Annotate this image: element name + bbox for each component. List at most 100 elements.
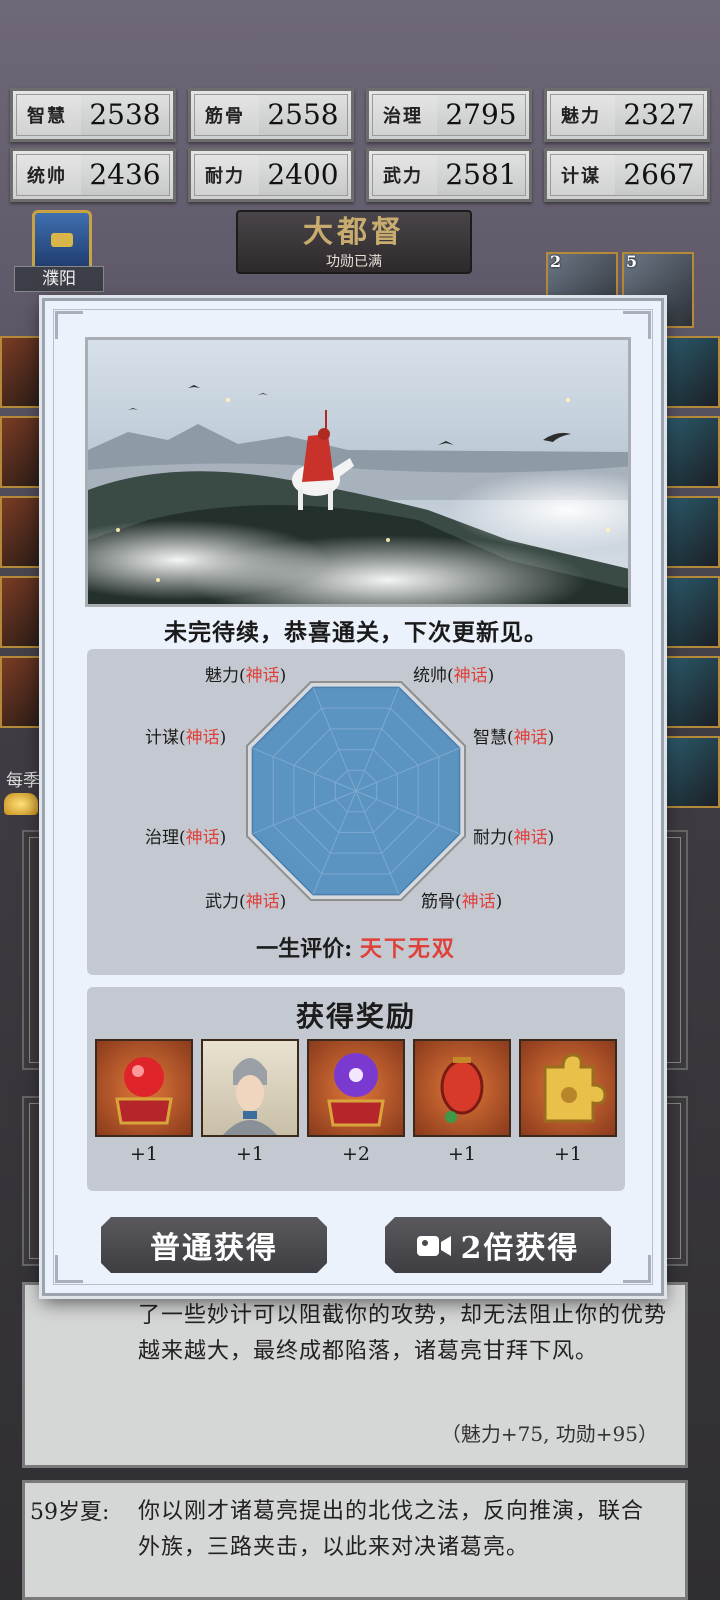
- stat-label: 耐力: [205, 166, 245, 187]
- claim-normal-label: 普通获得: [150, 1231, 278, 1266]
- stat-wisdom: 智慧 2538: [10, 88, 176, 142]
- radar-label-endurance: 耐力(神话): [473, 828, 555, 848]
- reward-item[interactable]: +2: [307, 1039, 405, 1165]
- evaluation-label: 一生评价:: [256, 936, 353, 962]
- stat-value: 2538: [81, 95, 169, 135]
- city-name: 濮阳: [14, 266, 104, 292]
- rewards-panel: 获得奖励 +1 +1 +2 +1 +1: [87, 987, 625, 1191]
- axis-grade: 神话: [185, 728, 220, 748]
- stat-label: 智慧: [27, 106, 67, 127]
- portrait[interactable]: [0, 576, 42, 648]
- portrait[interactable]: [0, 416, 42, 488]
- ending-modal: 未完待续，恭喜通关，下次更新见。 魅力(神话) 统帅(神话) 计谋(神话) 智慧…: [42, 298, 664, 1296]
- log-entry-text: 你以刚才诸葛亮提出的北伐之法，反向推演，联合外族，三路夹击，以此来对决诸葛亮。: [138, 1499, 645, 1560]
- stat-value: 2581: [437, 155, 525, 195]
- right-portrait-column: [664, 336, 720, 816]
- stat-endurance: 耐力 2400: [188, 148, 354, 202]
- axis-name: 耐力: [473, 828, 507, 848]
- radar-chart: [245, 680, 467, 902]
- left-note: 每季: [6, 771, 40, 791]
- reward-count: +1: [553, 1143, 582, 1165]
- stats-grid: 智慧 2538 筋骨 2558 治理 2795 魅力 2327 统帅 2436 耐力 240…: [10, 88, 710, 202]
- purple-orb-chest-icon: [307, 1039, 405, 1137]
- axis-name: 筋骨: [421, 892, 455, 912]
- portrait[interactable]: [664, 496, 720, 568]
- stat-value: 2667: [615, 155, 703, 195]
- portrait[interactable]: [664, 736, 720, 808]
- gold-ingot-icon: [4, 793, 38, 815]
- corner-ornament: [623, 311, 651, 339]
- attribute-radar-panel: 魅力(神话) 统帅(神话) 计谋(神话) 智慧(神话) 治理(神话) 耐力(神话…: [87, 649, 625, 975]
- rank-banner: 大都督 功勋已满: [236, 210, 472, 274]
- stat-label: 计谋: [561, 166, 601, 187]
- stat-physique: 筋骨 2558: [188, 88, 354, 142]
- portrait[interactable]: [664, 336, 720, 408]
- axis-name: 武力: [205, 892, 239, 912]
- reward-item[interactable]: +1: [413, 1039, 511, 1165]
- reward-count: +1: [447, 1143, 476, 1165]
- life-evaluation: 一生评价: 天下无双: [87, 931, 625, 963]
- stat-value: 2436: [81, 155, 169, 195]
- city-tower-icon: [32, 210, 92, 272]
- portrait[interactable]: [664, 656, 720, 728]
- rank-subtitle: 功勋已满: [326, 254, 382, 270]
- rewards-list: +1 +1 +2 +1 +1: [95, 1039, 617, 1165]
- hero-badge: 5: [626, 252, 638, 271]
- stat-value: 2558: [259, 95, 347, 135]
- stat-command: 统帅 2436: [10, 148, 176, 202]
- reward-item[interactable]: +1: [201, 1039, 299, 1165]
- portrait[interactable]: [0, 336, 42, 408]
- general-portrait-icon: [201, 1039, 299, 1137]
- radar-label-physique: 筋骨(神话): [421, 892, 503, 912]
- corner-ornament: [55, 311, 83, 339]
- axis-name: 智慧: [473, 728, 507, 748]
- stat-might: 武力 2581: [366, 148, 532, 202]
- reward-count: +1: [129, 1143, 158, 1165]
- claim-double-video-button[interactable]: 2倍获得: [385, 1217, 611, 1273]
- axis-grade: 神话: [245, 892, 280, 912]
- radar-label-charisma: 魅力(神话): [205, 666, 287, 686]
- rank-title: 大都督: [303, 215, 405, 250]
- portrait[interactable]: [664, 416, 720, 488]
- stat-value: 2400: [259, 155, 347, 195]
- stat-governance: 治理 2795: [366, 88, 532, 142]
- radar-label-might: 武力(神话): [205, 892, 287, 912]
- stat-label: 武力: [383, 166, 423, 187]
- claim-normal-button[interactable]: 普通获得: [101, 1217, 327, 1273]
- axis-name: 统帅: [413, 666, 447, 686]
- reward-count: +2: [341, 1143, 370, 1165]
- video-camera-icon: [416, 1232, 451, 1258]
- axis-name: 治理: [145, 828, 179, 848]
- stat-value: 2327: [615, 95, 703, 135]
- axis-grade: 神话: [513, 828, 548, 848]
- stat-charisma: 魅力 2327: [544, 88, 710, 142]
- reward-item[interactable]: +1: [95, 1039, 193, 1165]
- ending-text: 未完待续，恭喜通关，下次更新见。: [164, 619, 548, 646]
- axis-grade: 神话: [461, 892, 496, 912]
- portrait[interactable]: [0, 496, 42, 568]
- portrait[interactable]: [664, 576, 720, 648]
- portrait[interactable]: [0, 656, 42, 728]
- hero-badge: 2: [550, 252, 562, 271]
- radar-label-governance: 治理(神话): [145, 828, 227, 848]
- log-entry-reward: （魅力+75, 功勋+95）: [440, 1422, 658, 1446]
- red-orb-chest-icon: [95, 1039, 193, 1137]
- axis-grade: 神话: [513, 728, 548, 748]
- claim-double-label: 2倍获得: [460, 1231, 580, 1266]
- left-portrait-column: [0, 336, 42, 736]
- rewards-title: 获得奖励: [295, 1000, 416, 1033]
- evaluation-value: 天下无双: [359, 936, 456, 962]
- axis-grade: 神话: [453, 666, 488, 686]
- corner-ornament: [623, 1255, 651, 1283]
- axis-name: 计谋: [145, 728, 179, 748]
- puzzle-piece-icon: [519, 1039, 617, 1137]
- stat-label: 统帅: [27, 166, 67, 187]
- log-entry-age: 59岁夏:: [30, 1500, 110, 1525]
- axis-name: 魅力: [205, 666, 239, 686]
- radar-label-strategy: 计谋(神话): [145, 728, 227, 748]
- stat-label: 治理: [383, 106, 423, 127]
- axis-grade: 神话: [245, 666, 280, 686]
- stat-label: 魅力: [561, 106, 601, 127]
- city-badge[interactable]: 濮阳: [14, 210, 104, 306]
- reward-item[interactable]: +1: [519, 1039, 617, 1165]
